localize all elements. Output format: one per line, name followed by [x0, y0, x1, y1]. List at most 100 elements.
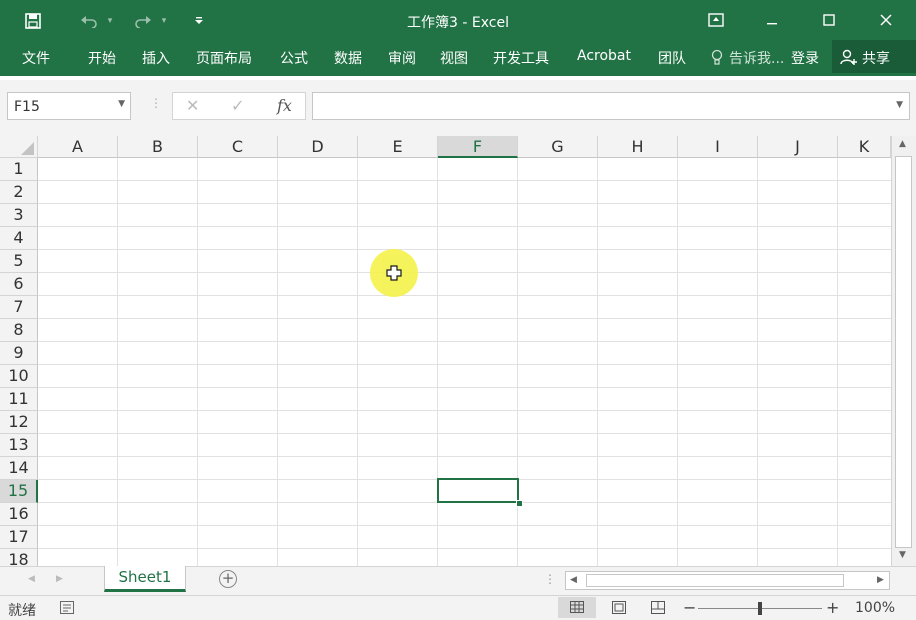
column-header[interactable]: H — [598, 136, 678, 158]
horizontal-scroll-thumb[interactable] — [586, 574, 844, 587]
horizontal-scrollbar[interactable]: ◀ ▶ — [565, 571, 890, 590]
sheet-tab-label: Sheet1 — [118, 568, 172, 586]
row-header[interactable]: 10 — [0, 365, 38, 388]
row-gridline — [38, 525, 891, 526]
prev-sheet-icon[interactable]: ◀ — [28, 574, 35, 584]
tab-acrobat[interactable]: Acrobat — [577, 48, 631, 64]
row-header[interactable]: 6 — [0, 273, 38, 296]
column-header[interactable]: G — [518, 136, 598, 158]
row-header[interactable]: 16 — [0, 503, 38, 526]
login-link[interactable]: 登录 — [791, 48, 819, 68]
row-header[interactable]: 2 — [0, 181, 38, 204]
scroll-down-icon[interactable]: ▼ — [899, 550, 906, 560]
row-header[interactable]: 8 — [0, 319, 38, 342]
zoom-slider-thumb[interactable] — [758, 602, 762, 615]
page-break-view-icon[interactable] — [651, 601, 665, 618]
row-gridline — [38, 433, 891, 434]
column-header[interactable]: D — [278, 136, 358, 158]
tab-formulas[interactable]: 公式 — [280, 48, 308, 68]
tab-developer[interactable]: 开发工具 — [493, 48, 549, 68]
column-header[interactable]: F — [438, 136, 518, 158]
row-header[interactable]: 1 — [0, 158, 38, 181]
tab-team[interactable]: 团队 — [658, 48, 686, 68]
title-bar: ▾ ▾ 工作簿3 - Excel — [0, 0, 916, 40]
add-sheet-icon[interactable]: + — [219, 570, 237, 588]
row-header[interactable]: 5 — [0, 250, 38, 273]
column-header[interactable]: K — [838, 136, 891, 158]
cancel-icon[interactable]: ✕ — [186, 96, 199, 115]
tab-home[interactable]: 开始 — [88, 48, 116, 68]
cursor-highlight — [370, 249, 418, 297]
column-header[interactable]: C — [198, 136, 278, 158]
fill-handle[interactable] — [516, 500, 523, 507]
sheet-tab-sheet1[interactable]: Sheet1 — [104, 566, 186, 592]
zoom-level[interactable]: 100% — [855, 600, 895, 616]
row-gridline — [38, 180, 891, 181]
minimize-icon[interactable] — [758, 8, 786, 32]
column-gridline — [677, 158, 678, 566]
formula-input[interactable]: ▼ — [312, 92, 910, 120]
column-header[interactable]: J — [758, 136, 838, 158]
share-button[interactable]: 共享 — [832, 40, 916, 73]
zoom-in-icon[interactable]: + — [826, 598, 839, 617]
row-header[interactable]: 11 — [0, 388, 38, 411]
formula-bar-buttons: ✕ ✓ fx — [172, 92, 306, 120]
row-header[interactable]: 4 — [0, 227, 38, 250]
tab-data[interactable]: 数据 — [334, 48, 362, 68]
column-gridline — [757, 158, 758, 566]
column-header[interactable]: E — [358, 136, 438, 158]
tab-split-grip-icon[interactable]: ⋮ — [544, 572, 556, 586]
scroll-up-icon[interactable]: ▲ — [899, 139, 906, 149]
next-sheet-icon[interactable]: ▶ — [56, 574, 63, 584]
row-header[interactable]: 13 — [0, 434, 38, 457]
column-header[interactable]: I — [678, 136, 758, 158]
worksheet-grid[interactable]: ABCDEFGHIJK 1 2 3 4 5 6 7 8 9 10 11 12 13 14 15 16 17 18 … — [0, 136, 916, 572]
tab-page-layout[interactable]: 页面布局 — [196, 48, 252, 68]
scroll-right-icon[interactable]: ▶ — [877, 575, 884, 585]
row-gridline — [38, 548, 891, 549]
formula-bar-grip-icon[interactable]: ⋮ — [150, 96, 162, 110]
column-gridline — [837, 158, 838, 566]
macro-record-icon[interactable] — [60, 601, 74, 618]
tell-me-search[interactable]: 告诉我... — [729, 48, 784, 68]
column-header[interactable]: B — [118, 136, 198, 158]
column-header[interactable]: A — [38, 136, 118, 158]
row-header[interactable]: 3 — [0, 204, 38, 227]
page-layout-view-icon[interactable] — [612, 601, 626, 618]
maximize-icon[interactable] — [815, 8, 843, 32]
scroll-left-icon[interactable]: ◀ — [570, 575, 577, 585]
ribbon-display-options-icon[interactable] — [702, 8, 730, 32]
zoom-out-icon[interactable]: − — [683, 598, 696, 617]
ribbon-tabs: 文件 开始 插入 页面布局 公式 数据 审阅 视图 开发工具 Acrobat 团… — [0, 40, 916, 76]
select-all-corner[interactable] — [0, 136, 38, 158]
column-gridline — [597, 158, 598, 566]
row-gridline — [38, 364, 891, 365]
insert-function-icon[interactable]: fx — [277, 96, 292, 115]
tab-review[interactable]: 审阅 — [388, 48, 416, 68]
vertical-scrollbar[interactable]: ▲ ▼ — [891, 136, 916, 566]
row-header[interactable]: 7 — [0, 296, 38, 319]
tab-view[interactable]: 视图 — [440, 48, 468, 68]
lightbulb-icon — [711, 49, 723, 71]
enter-icon[interactable]: ✓ — [231, 96, 244, 115]
normal-view-icon[interactable] — [558, 597, 596, 618]
row-gridline — [38, 318, 891, 319]
close-icon[interactable] — [872, 8, 900, 32]
active-cell[interactable] — [437, 478, 519, 503]
row-gridline — [38, 295, 891, 296]
tab-insert[interactable]: 插入 — [142, 48, 170, 68]
row-header[interactable]: 15 — [0, 480, 38, 503]
row-header[interactable]: 12 — [0, 411, 38, 434]
expand-formula-icon[interactable]: ▼ — [896, 100, 903, 110]
zoom-slider[interactable] — [698, 602, 822, 615]
name-box[interactable]: F15 ▼ — [7, 92, 131, 120]
row-header[interactable]: 14 — [0, 457, 38, 480]
row-header[interactable]: 9 — [0, 342, 38, 365]
row-header[interactable]: 17 — [0, 526, 38, 549]
column-gridline — [117, 158, 118, 566]
vertical-scroll-thumb[interactable] — [895, 156, 912, 548]
chevron-down-icon[interactable]: ▼ — [118, 99, 125, 109]
name-box-value: F15 — [14, 99, 40, 115]
cell-cursor-icon — [386, 265, 402, 285]
tab-file[interactable]: 文件 — [22, 48, 50, 68]
